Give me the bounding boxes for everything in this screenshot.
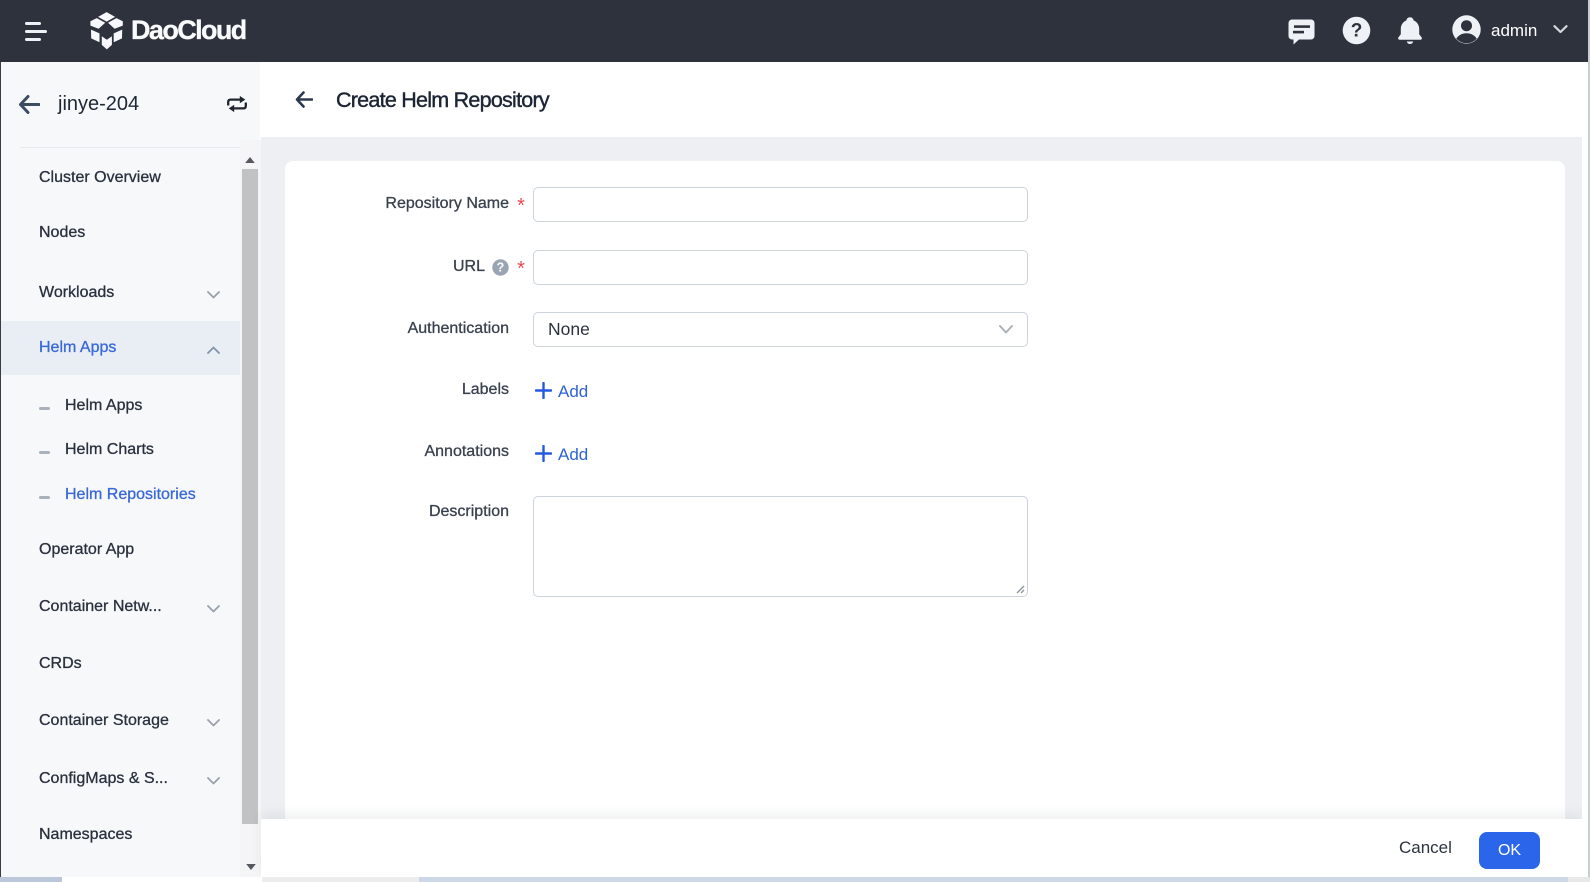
svg-text:?: ? <box>1351 21 1363 42</box>
svg-text:?: ? <box>497 261 505 275</box>
